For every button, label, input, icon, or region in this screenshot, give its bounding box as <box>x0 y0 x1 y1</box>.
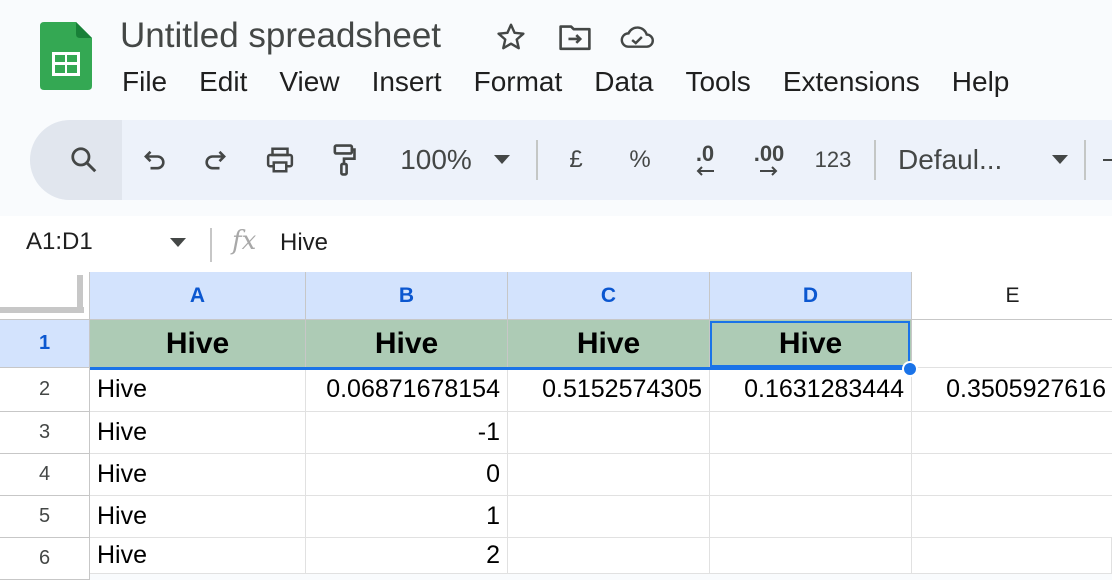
menu-help[interactable]: Help <box>936 64 1026 100</box>
cell-e5[interactable] <box>912 496 1112 538</box>
arrow-left-icon <box>696 166 714 176</box>
active-cell-border <box>710 321 910 367</box>
column-header-a[interactable]: A <box>90 272 306 320</box>
menu-data[interactable]: Data <box>578 64 669 100</box>
row-header-3[interactable]: 3 <box>0 412 90 454</box>
undo-icon[interactable] <box>134 120 174 200</box>
search-icon[interactable] <box>60 120 108 200</box>
chevron-down-icon <box>493 155 510 164</box>
cell-a5[interactable]: Hive <box>90 496 306 538</box>
cell-b2[interactable]: 0.06871678154 <box>306 368 508 412</box>
cell-e1[interactable] <box>912 320 1112 368</box>
fx-icon: fx <box>232 226 257 256</box>
toolbar: 100% £ % .0 .00 123 Defaul... <box>30 120 1112 200</box>
select-all-corner[interactable] <box>0 272 90 320</box>
cell-e4[interactable] <box>912 454 1112 496</box>
cell-a1[interactable]: Hive <box>90 320 306 368</box>
chevron-down-icon <box>1052 155 1068 164</box>
star-icon[interactable] <box>494 20 528 54</box>
cell-a3[interactable]: Hive <box>90 412 306 454</box>
sheets-logo[interactable] <box>40 22 92 90</box>
row-header-2[interactable]: 2 <box>0 368 90 412</box>
cell-c4[interactable] <box>508 454 710 496</box>
toolbar-divider <box>536 140 538 180</box>
menu-tools[interactable]: Tools <box>669 64 766 100</box>
cell-b6[interactable]: 2 <box>306 538 508 574</box>
menu-file[interactable]: File <box>106 64 183 100</box>
formula-bar <box>0 216 1112 273</box>
toolbar-divider <box>1084 140 1086 180</box>
cell-b3[interactable]: -1 <box>306 412 508 454</box>
menu-format[interactable]: Format <box>458 64 579 100</box>
cell-d6[interactable] <box>710 538 912 574</box>
arrow-right-icon <box>760 166 778 176</box>
menu-view[interactable]: View <box>263 64 355 100</box>
font-value: Defaul... <box>898 144 1003 175</box>
menu-edit[interactable]: Edit <box>183 64 263 100</box>
toolbar-divider <box>874 140 876 180</box>
currency-label: £ <box>569 146 583 173</box>
cloud-saved-icon[interactable] <box>620 20 654 54</box>
cell-b1[interactable]: Hive <box>306 320 508 368</box>
cell-c2[interactable]: 0.5152574305 <box>508 368 710 412</box>
cell-c3[interactable] <box>508 412 710 454</box>
cell-e6[interactable] <box>912 538 1112 574</box>
print-icon[interactable] <box>260 120 300 200</box>
row-header-1[interactable]: 1 <box>0 320 90 368</box>
selection-outline <box>90 367 912 370</box>
menu-extensions[interactable]: Extensions <box>767 64 936 100</box>
column-header-c[interactable]: C <box>508 272 710 320</box>
zoom-value: 100% <box>400 144 472 175</box>
move-to-folder-icon[interactable] <box>558 20 592 54</box>
more-formats-label: 123 <box>814 147 852 172</box>
chevron-down-icon[interactable] <box>170 238 186 248</box>
cell-d3[interactable] <box>710 412 912 454</box>
cell-b4[interactable]: 0 <box>306 454 508 496</box>
cell-e3[interactable] <box>912 412 1112 454</box>
column-header-b[interactable]: B <box>306 272 508 320</box>
cell-c1[interactable]: Hive <box>508 320 710 368</box>
percent-label: % <box>629 146 651 173</box>
font-size-decrease-icon[interactable] <box>1100 120 1112 200</box>
zoom-select[interactable]: 100% <box>390 120 520 200</box>
formula-divider <box>210 228 212 262</box>
paint-format-icon[interactable] <box>324 120 364 200</box>
menu-insert[interactable]: Insert <box>356 64 458 100</box>
document-title[interactable]: Untitled spreadsheet <box>120 16 441 56</box>
row-header-4[interactable]: 4 <box>0 454 90 496</box>
redo-icon[interactable] <box>196 120 236 200</box>
cell-c5[interactable] <box>508 496 710 538</box>
column-header-d[interactable]: D <box>710 272 912 320</box>
freeze-column-handle <box>0 307 84 313</box>
cell-b5[interactable]: 1 <box>306 496 508 538</box>
formula-input[interactable]: Hive <box>280 229 328 257</box>
decrease-decimal-label: .0 <box>695 141 715 166</box>
cell-a4[interactable]: Hive <box>90 454 306 496</box>
percent-button[interactable]: % <box>620 120 660 200</box>
row-header-5[interactable]: 5 <box>0 496 90 538</box>
cell-e2[interactable]: 0.3505927616 <box>912 368 1112 412</box>
fill-handle[interactable] <box>902 361 918 377</box>
more-formats-button[interactable]: 123 <box>808 120 858 200</box>
increase-decimal-button[interactable]: .00 <box>742 120 796 200</box>
cell-c6[interactable] <box>508 538 710 574</box>
currency-button[interactable]: £ <box>556 120 596 200</box>
increase-decimal-label: .00 <box>753 141 785 166</box>
cell-d2[interactable]: 0.1631283444 <box>710 368 912 412</box>
cell-a6[interactable]: Hive <box>90 538 306 574</box>
column-header-e[interactable]: E <box>912 272 1112 320</box>
cell-d4[interactable] <box>710 454 912 496</box>
name-box[interactable]: A1:D1 <box>26 228 93 256</box>
cell-d5[interactable] <box>710 496 912 538</box>
menu-bar: File Edit View Insert Format Data Tools … <box>106 64 1025 100</box>
cell-a2[interactable]: Hive <box>90 368 306 412</box>
decrease-decimal-button[interactable]: .0 <box>680 120 730 200</box>
font-select[interactable]: Defaul... <box>898 120 1068 200</box>
